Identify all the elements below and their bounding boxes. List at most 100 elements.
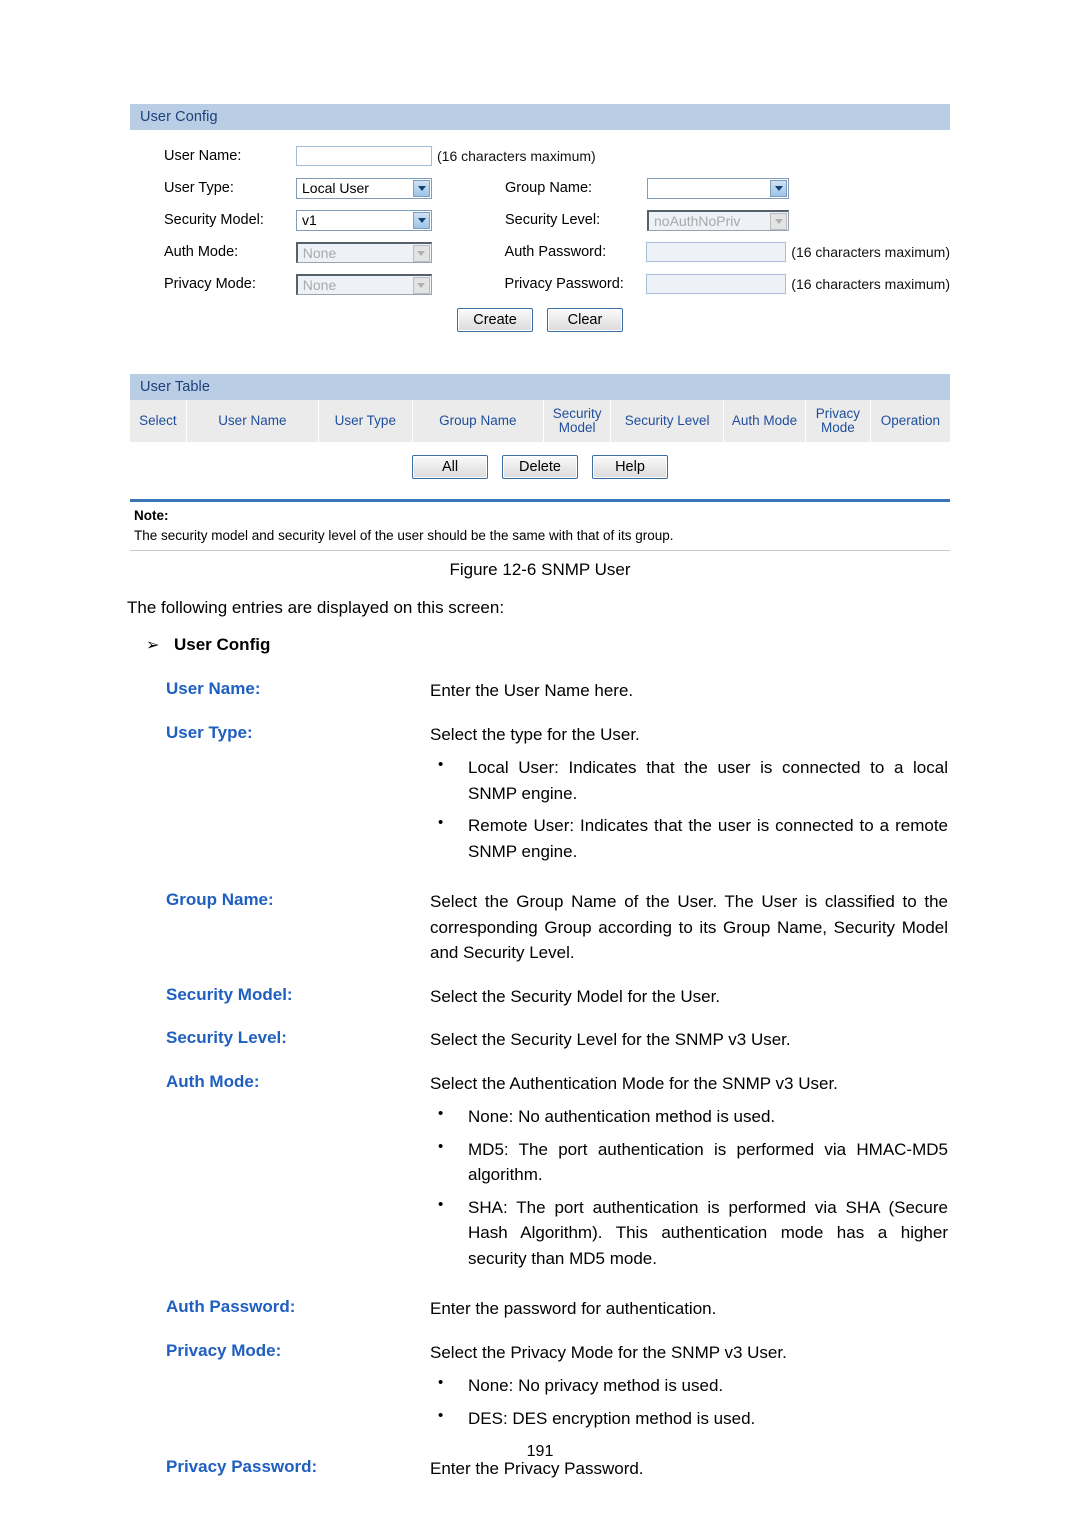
entry-term: User Name: [166,679,261,698]
column-header-user-name[interactable]: User Name [187,400,319,443]
entry-definition-text: Select the type for the User. [430,724,640,744]
note-bottom-rule [130,550,950,552]
privacy-mode-label: Privacy Mode: [164,276,256,292]
help-button[interactable]: Help [592,455,668,480]
chevron-down-icon [412,244,430,262]
auth-password-label: Auth Password: [504,244,607,260]
column-header-auth-mode[interactable]: Auth Mode [724,400,807,443]
group-name-label: Group Name: [505,180,593,196]
entry-definition: Select the Authentication Mode for the S… [430,1071,948,1279]
auth-password-input[interactable] [646,242,787,262]
privacy-mode-value: None [302,276,337,293]
user-table-panel-title: User Table [140,379,211,395]
user-name-hint: (16 characters maximum) [437,148,596,164]
user-name-row: User Name: (16 characters maximum) [130,140,950,172]
column-header-group-name[interactable]: Group Name [413,400,544,443]
section-heading-user-config: ➢ User Config [146,635,270,655]
section-heading-label: User Config [174,635,271,654]
entry-item: User Name: Enter the User Name here. [166,678,948,704]
entry-item: Privacy Mode: Select the Privacy Mode fo… [166,1340,948,1439]
group-name-select[interactable] [647,177,789,199]
user-table-panel: User Table Select User Name User Type Gr… [130,374,950,480]
column-header-operation[interactable]: Operation [871,400,950,442]
entry-definition-text: Enter the password for authentication. [430,1299,717,1318]
entry-term: Auth Mode: [166,1071,260,1091]
auth-mode-label: Auth Mode: [164,244,239,260]
column-header-security-model[interactable]: Security Model [544,400,612,443]
user-config-button-row: Create Clear [130,308,950,332]
privacy-mode-select: None [295,273,432,295]
user-type-select[interactable]: Local User [296,177,432,199]
entry-item: User Type: Select the type for the User.… [166,722,948,872]
entry-term: Privacy Mode: [166,1340,282,1360]
list-item: MD5: The port authentication is performe… [430,1136,948,1188]
column-header-select[interactable]: Select [130,400,187,443]
list-item: DES: DES encryption method is used. [430,1405,948,1432]
entry-item: Security Model: Select the Security Mode… [166,984,948,1010]
privacy-password-input[interactable] [646,274,787,294]
auth-mode-row: Auth Mode: None Auth Password: (16 chara… [130,236,950,268]
entry-item: Auth Mode: Select the Authentication Mod… [166,1071,948,1279]
figure-caption: Figure 12-6 SNMP User [449,560,631,579]
privacy-mode-row: Privacy Mode: None Privacy Password: (16… [130,268,950,300]
list-item: None: No privacy method is used. [430,1372,948,1399]
create-button[interactable]: Create [457,308,533,332]
entry-term: Security Model: [166,984,293,1004]
security-model-label: Security Model: [164,212,264,228]
security-model-select[interactable]: v1 [296,209,432,231]
all-button[interactable]: All [412,455,488,480]
security-level-label: Security Level: [505,212,601,228]
user-name-input[interactable] [296,146,432,166]
user-config-panel-body: User Name: (16 characters maximum) User … [130,130,950,340]
entry-definition: Enter the User Name here. [430,678,948,704]
intro-text: The following entries are displayed on t… [127,598,505,617]
user-name-label: User Name: [164,148,242,164]
list-item: Local User: Indicates that the user is c… [430,754,948,806]
chevron-down-icon[interactable] [413,179,430,197]
security-level-value: noAuthNoPriv [654,212,741,229]
list-item: Remote User: Indicates that the user is … [430,812,948,864]
snmp-user-figure: User Config User Name: (16 characters ma… [130,104,950,552]
delete-button[interactable]: Delete [502,455,578,480]
entry-definition-text: Enter the User Name here. [430,681,634,700]
page-number: 191 [526,1443,554,1460]
entry-term: Auth Password: [166,1297,296,1316]
entry-definition: Select the Security Model for the User. [430,984,948,1010]
auth-mode-select: None [295,241,432,263]
user-config-panel-header: User Config [130,104,950,130]
auth-mode-value: None [302,244,337,261]
list-item: None: No authentication method is used. [430,1103,948,1130]
column-header-privacy-mode[interactable]: Privacy Mode [806,400,871,443]
entry-term: User Type: [166,722,253,742]
entry-bullet-list: None: No privacy method is used. DES: DE… [430,1372,948,1432]
chevron-down-icon[interactable] [413,211,430,229]
chevron-down-icon[interactable] [770,179,787,197]
clear-button[interactable]: Clear [547,308,623,332]
security-model-value: v1 [302,211,317,228]
entry-item: Auth Password: Enter the password for au… [166,1296,948,1322]
entry-definition: Select the type for the User. Local User… [430,722,948,872]
chevron-down-icon [770,212,787,230]
privacy-password-label: Privacy Password: [504,276,624,292]
entry-definition: Select the Security Level for the SNMP v… [430,1027,948,1053]
entry-definition: Select the Privacy Mode for the SNMP v3 … [430,1340,948,1439]
entry-item: Security Level: Select the Security Leve… [166,1027,948,1053]
user-table-header-row: Select User Name User Type Group Name Se… [130,400,950,444]
list-item: SHA: The port authentication is performe… [430,1194,948,1272]
arrow-right-icon: ➢ [146,637,160,654]
entry-definition-text: Select the Security Level for the SNMP v… [430,1030,791,1049]
user-type-value: Local User [302,179,369,196]
security-level-select: noAuthNoPriv [647,209,789,231]
user-type-label: User Type: [164,180,234,196]
note-text: The security model and security level of… [134,528,674,544]
entry-definition-list: User Name: Enter the User Name here. Use… [166,678,948,1500]
column-header-user-type[interactable]: User Type [319,400,413,443]
security-model-row: Security Model: v1 Security Level: noAut… [130,204,950,236]
user-config-panel-title: User Config [140,109,218,125]
privacy-password-hint: (16 characters maximum) [791,276,950,292]
chevron-down-icon [412,276,430,294]
entry-term: Security Level: [166,1028,287,1047]
column-header-security-level[interactable]: Security Level [611,400,724,443]
entry-bullet-list: Local User: Indicates that the user is c… [430,754,948,864]
entry-definition: Enter the password for authentication. [430,1296,948,1322]
